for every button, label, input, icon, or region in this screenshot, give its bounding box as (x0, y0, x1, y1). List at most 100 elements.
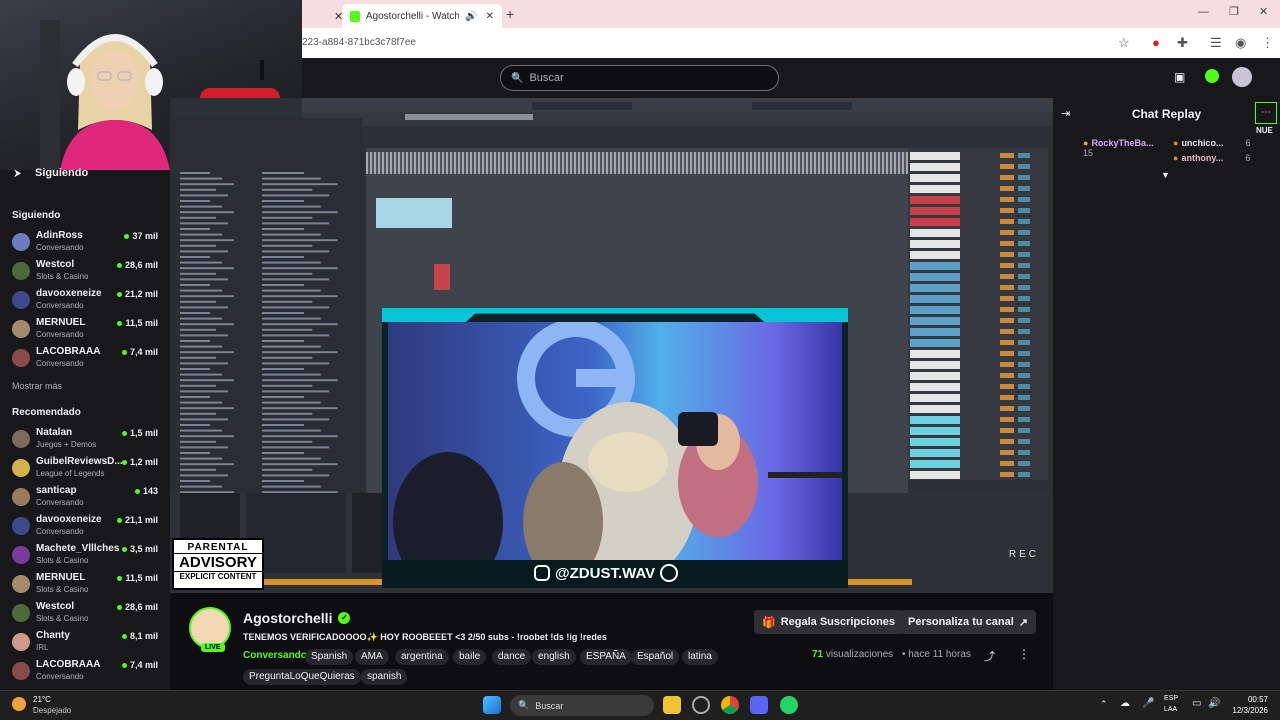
collapse-sidebar-icon[interactable]: ⮞ (14, 168, 21, 179)
sidebar-channel-item[interactable]: GuibelReviewsD... League of Legends 1,2 mi… (12, 455, 162, 484)
restore-icon[interactable]: ❐ (1229, 5, 1239, 18)
chat-username[interactable]: anthony... (1181, 153, 1223, 163)
minimize-icon[interactable]: — (1198, 6, 1209, 18)
stream-tag[interactable]: latina (682, 649, 718, 665)
active-tab[interactable]: Agostorchelli - Watch the V 🔊 ✕ (342, 4, 502, 28)
stream-tag[interactable]: spanish (361, 669, 408, 685)
gift-subscriptions-button[interactable]: 🎁 Regala Suscripciones (754, 610, 904, 634)
channel-viewer-count: 8,1 mil (121, 631, 158, 641)
sidebar-channel-item[interactable]: LACOBRAAA Conversando 7,4 mil (12, 658, 162, 687)
profile-icon[interactable]: ◉ (1235, 35, 1246, 51)
keyboard-layout[interactable]: LAA (1164, 706, 1177, 713)
sidebar-channel-item[interactable]: LACOBRAAA Conversando 7,4 mil (12, 345, 162, 374)
sidebar-channel-item[interactable]: AdinRoss Conversando 37 mil (12, 229, 162, 258)
star-icon[interactable]: ☆ (1118, 35, 1130, 51)
channel-viewer-count: 11,5 mil (117, 573, 158, 583)
channel-name: LACOBRAAA (36, 659, 101, 670)
weather-icon (12, 697, 26, 711)
sidebar-channel-item[interactable]: MERNUEL Slots & Casino 11,5 mil (12, 571, 162, 600)
share-icon[interactable]: ⤴ (984, 648, 995, 664)
stream-tag[interactable]: baile (453, 649, 487, 665)
instagram-icon (534, 565, 550, 581)
chat-username[interactable]: unchico... (1181, 138, 1223, 148)
live-dot-icon (117, 320, 123, 326)
channel-name: GuibelReviewsD... (36, 456, 123, 467)
new-tab-icon[interactable]: + (506, 6, 514, 22)
more-options-icon[interactable]: ⋮ (1018, 647, 1030, 661)
sidebar-channel-item[interactable]: santicap Conversando 143 (12, 484, 162, 513)
brand-logo-icon (660, 564, 679, 582)
channel-avatar (12, 488, 30, 506)
close-icon[interactable]: ✕ (486, 11, 494, 22)
previous-tab[interactable]: ✕ (300, 4, 343, 28)
close-window-icon[interactable]: ✕ (1259, 5, 1268, 18)
windows-start-icon[interactable] (483, 696, 501, 714)
stream-tag[interactable]: PreguntaLoQueQuieras (243, 669, 361, 685)
filter-icon[interactable]: ▼ (1161, 170, 1170, 180)
microphone-icon[interactable]: 🎤 (1142, 698, 1154, 709)
sidebar-channel-item[interactable]: Chanty IRL 8,1 mil (12, 629, 162, 658)
video-player[interactable]: PARENTAL ADVISORY EXPLICIT CONTENT REC @… (170, 98, 1053, 593)
stream-info: LIVE Agostorchelli ✓ TENEMOS VERIFICADOO… (170, 593, 1053, 690)
live-dot-icon (116, 517, 122, 523)
sidebar-channel-item[interactable]: davooxeneize Conversando 21,1 mil (12, 513, 162, 542)
chat-menu-icon[interactable]: ⋯ (1255, 102, 1277, 124)
channel-viewer-count: 28,6 mil (116, 260, 158, 270)
stream-tag[interactable]: Español (631, 649, 680, 665)
extension-icon[interactable]: ● (1152, 35, 1160, 50)
kick-logo-icon[interactable] (1205, 69, 1219, 83)
streamer-name-text[interactable]: Agostorchelli (243, 610, 332, 626)
reading-list-icon[interactable]: ☰ (1210, 35, 1222, 51)
viewer-count-text: 28,6 mil (124, 260, 158, 270)
clock-date[interactable]: 12/3/2026 (1224, 706, 1268, 715)
live-dot-icon (124, 233, 130, 239)
keyboard-language[interactable]: ESP (1164, 695, 1178, 702)
live-dot-icon (117, 575, 123, 581)
stream-tag[interactable]: english (532, 649, 576, 665)
network-icon[interactable]: ☁ (1120, 698, 1130, 709)
channel-name: Machete_Vlllches (36, 543, 120, 554)
studio-scene-image (388, 322, 842, 560)
sidebar-channel-item[interactable]: MERNUEL Conversando 11,5 mil (12, 316, 162, 345)
stream-tag[interactable]: AMA (355, 649, 389, 665)
streamer-name[interactable]: Agostorchelli ✓ (243, 610, 351, 626)
sidebar-channel-item[interactable]: Natalan Juegos + Demos 1,5 mil (12, 426, 162, 455)
sidebar-channel-item[interactable]: davooxeneize Conversando 21,2 mil (12, 287, 162, 316)
audio-clip-red (434, 264, 450, 290)
user-avatar[interactable] (1232, 67, 1252, 87)
search-input[interactable]: 🔍 Buscar (500, 65, 779, 91)
stream-tag[interactable]: dance (492, 649, 532, 665)
speaker-icon[interactable]: 🔊 (465, 11, 477, 22)
sidebar: ⮞ Siguiendo Siguiendo AdinRoss Conversand… (0, 167, 170, 690)
viewer-count-text: 21,1 mil (124, 515, 158, 525)
menu-icon[interactable]: ⋮ (1261, 35, 1274, 51)
viewer-count-text: 1,5 mil (129, 428, 158, 438)
url-text[interactable]: 223-a884-871bc3c78f7ee (302, 37, 416, 48)
tray-expand-icon[interactable]: ⌃ (1100, 699, 1108, 710)
category-link[interactable]: Conversando (243, 650, 307, 661)
puzzle-icon[interactable]: ✚ (1177, 35, 1188, 51)
stream-tag[interactable]: ESPAÑA (580, 649, 632, 665)
volume-icon[interactable]: 🔊 (1208, 698, 1220, 709)
stream-tag[interactable]: Spanish (305, 649, 354, 665)
discord-icon[interactable] (750, 696, 768, 714)
gift-icon[interactable]: ▣ (1174, 70, 1185, 84)
whatsapp-icon[interactable] (780, 696, 798, 714)
customize-channel-button[interactable]: Personaliza tu canal ↗ (900, 610, 1036, 634)
app-icon[interactable] (692, 696, 710, 714)
taskbar-search-input[interactable]: 🔍 Buscar (510, 695, 654, 716)
show-more-link[interactable]: Mostrar más (12, 381, 62, 391)
channel-avatar (12, 320, 30, 338)
sidebar-channel-item[interactable]: Westcol Slots & Casino 28,6 mil (12, 258, 162, 287)
stream-tag[interactable]: argentina (395, 649, 449, 665)
sidebar-channel-item[interactable]: Machete_Vlllches Slots & Casino 3,5 mil (12, 542, 162, 571)
chat-message: ● anthony... 6 (1173, 153, 1250, 163)
file-explorer-icon[interactable] (663, 696, 681, 714)
clock-time[interactable]: 00:57 (1224, 695, 1268, 704)
display-icon[interactable]: ▭ (1192, 698, 1201, 709)
chat-sub-months: 6 (1245, 153, 1251, 163)
chat-username[interactable]: RockyTheBa... (1091, 138, 1153, 148)
sidebar-channel-item[interactable]: Westcol Slots & Casino 28,6 mil (12, 600, 162, 629)
chat-message: ● unchico... 6 (1173, 138, 1250, 148)
chrome-icon[interactable] (721, 696, 739, 714)
